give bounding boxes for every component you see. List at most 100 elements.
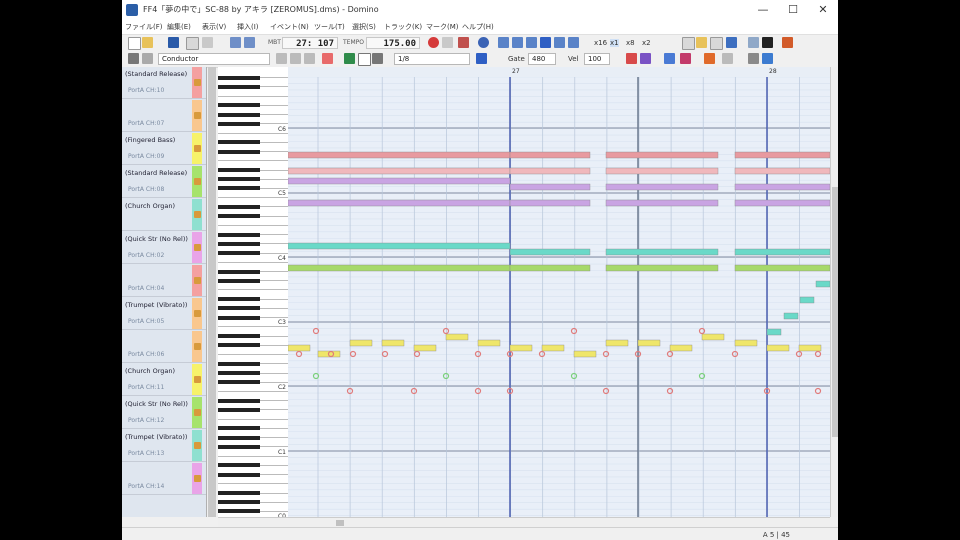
- track-row[interactable]: (Quick Str (No Rel)) PortA CH:12: [122, 397, 206, 429]
- track-mute-icon[interactable]: [194, 244, 201, 251]
- track-mute-icon[interactable]: [194, 310, 201, 317]
- horizontal-scroll-thumb[interactable]: [336, 520, 344, 526]
- track-mute-icon[interactable]: [194, 211, 201, 218]
- vertical-scroll-thumb[interactable]: [832, 187, 838, 437]
- track-mute-icon[interactable]: [194, 178, 201, 185]
- rewind-start-icon[interactable]: [498, 37, 509, 48]
- black-key[interactable]: [218, 112, 260, 117]
- black-key[interactable]: [218, 75, 260, 80]
- pause-icon[interactable]: [554, 37, 565, 48]
- fast-forward-icon[interactable]: [568, 37, 579, 48]
- black-key[interactable]: [218, 297, 260, 302]
- arrange-icon[interactable]: [722, 53, 733, 64]
- piano-roll-grid[interactable]: [288, 77, 830, 517]
- track-row[interactable]: (Standard Release) PortA CH:10: [122, 67, 206, 99]
- black-key[interactable]: [218, 121, 260, 126]
- track-select-combo[interactable]: Conductor: [158, 53, 270, 65]
- black-key[interactable]: [218, 472, 260, 477]
- black-key[interactable]: [218, 361, 260, 366]
- black-key[interactable]: [218, 251, 260, 256]
- metronome-icon[interactable]: [458, 37, 469, 48]
- marker-icon[interactable]: [762, 53, 773, 64]
- loop-icon[interactable]: [478, 37, 489, 48]
- pencil-tool-icon[interactable]: [344, 53, 355, 64]
- vertical-scrollbar[interactable]: [830, 67, 838, 517]
- black-key[interactable]: [218, 426, 260, 431]
- black-key[interactable]: [218, 343, 260, 348]
- close-button[interactable]: ✕: [808, 0, 838, 20]
- event-list-icon[interactable]: [710, 37, 723, 50]
- triangle-tool-icon[interactable]: [748, 53, 759, 64]
- black-key[interactable]: [218, 306, 260, 311]
- new-file-icon[interactable]: [128, 37, 141, 50]
- play-icon[interactable]: [540, 37, 551, 48]
- track-row[interactable]: (Fingered Bass) PortA CH:09: [122, 133, 206, 165]
- track-mute-icon[interactable]: [194, 475, 201, 482]
- black-key[interactable]: [218, 84, 260, 89]
- maximize-button[interactable]: ☐: [778, 0, 808, 20]
- black-key[interactable]: [218, 491, 260, 495]
- velocity-combo[interactable]: 100: [584, 53, 610, 65]
- black-key[interactable]: [218, 232, 260, 237]
- undo-icon[interactable]: [230, 37, 241, 48]
- settings-tool-icon[interactable]: [782, 37, 793, 48]
- menu-tools[interactable]: ツール(T): [314, 22, 345, 32]
- piano-roll-icon[interactable]: [726, 37, 737, 48]
- zoom-tool-icon[interactable]: [290, 53, 301, 64]
- view-tool-icon[interactable]: [276, 53, 287, 64]
- black-key[interactable]: [218, 500, 260, 505]
- black-key[interactable]: [218, 371, 260, 376]
- track-mute-icon[interactable]: [194, 112, 201, 119]
- black-key[interactable]: [218, 177, 260, 182]
- track-mute-icon[interactable]: [194, 343, 201, 350]
- search-blue-icon[interactable]: [664, 53, 675, 64]
- black-key[interactable]: [218, 444, 260, 449]
- black-key[interactable]: [218, 398, 260, 403]
- track-mute-icon[interactable]: [194, 79, 201, 86]
- track-view-icon[interactable]: [696, 37, 707, 48]
- track-row[interactable]: (Quick Str (No Rel)) PortA CH:02: [122, 232, 206, 264]
- redo-icon[interactable]: [244, 37, 255, 48]
- black-key[interactable]: [218, 463, 260, 468]
- black-key[interactable]: [218, 140, 260, 145]
- save-icon[interactable]: [168, 37, 179, 48]
- track-row[interactable]: (Church Organ): [122, 199, 206, 231]
- black-key[interactable]: [218, 278, 260, 283]
- stop-icon[interactable]: [526, 37, 537, 48]
- rect-select-icon[interactable]: [358, 53, 371, 66]
- warning-icon[interactable]: [704, 53, 715, 64]
- zoom-x16-button[interactable]: x16: [594, 39, 607, 47]
- open-folder-icon[interactable]: [142, 37, 153, 48]
- black-key[interactable]: [218, 380, 260, 385]
- home-icon[interactable]: [142, 53, 153, 64]
- record-icon[interactable]: [428, 37, 439, 48]
- note-length-combo[interactable]: 1/8: [394, 53, 470, 65]
- track-row[interactable]: PortA CH:04: [122, 265, 206, 297]
- erase-tool-icon[interactable]: [322, 53, 333, 64]
- rewind-icon[interactable]: [512, 37, 523, 48]
- black-key[interactable]: [218, 407, 260, 412]
- step-record-icon[interactable]: [442, 37, 453, 48]
- list-view-icon[interactable]: [682, 37, 695, 50]
- menu-event[interactable]: イベント(N): [270, 22, 309, 32]
- track-row[interactable]: PortA CH:14: [122, 463, 206, 495]
- track-row[interactable]: (Trumpet (Vibrato)) PortA CH:13: [122, 430, 206, 462]
- staff-view-icon[interactable]: [762, 37, 773, 48]
- black-key[interactable]: [218, 168, 260, 172]
- track-mute-icon[interactable]: [194, 409, 201, 416]
- lasso-select-icon[interactable]: [372, 53, 383, 64]
- black-key[interactable]: [218, 103, 260, 108]
- quantize-icon[interactable]: [476, 53, 487, 64]
- track-row[interactable]: (Standard Release) PortA CH:08: [122, 166, 206, 198]
- track-row[interactable]: (Trumpet (Vibrato)) PortA CH:05: [122, 298, 206, 330]
- track-row[interactable]: PortA CH:06: [122, 331, 206, 363]
- menu-edit[interactable]: 編集(E): [167, 22, 191, 32]
- menu-view[interactable]: 表示(V): [202, 22, 226, 32]
- track-mute-icon[interactable]: [194, 145, 201, 152]
- track-row[interactable]: PortA CH:07: [122, 100, 206, 132]
- menu-track[interactable]: トラック(K): [384, 22, 422, 32]
- black-key[interactable]: [218, 186, 260, 191]
- panel-splitter[interactable]: [208, 67, 216, 517]
- search-purple-icon[interactable]: [640, 53, 651, 64]
- zoom-x2-button[interactable]: x2: [642, 39, 651, 47]
